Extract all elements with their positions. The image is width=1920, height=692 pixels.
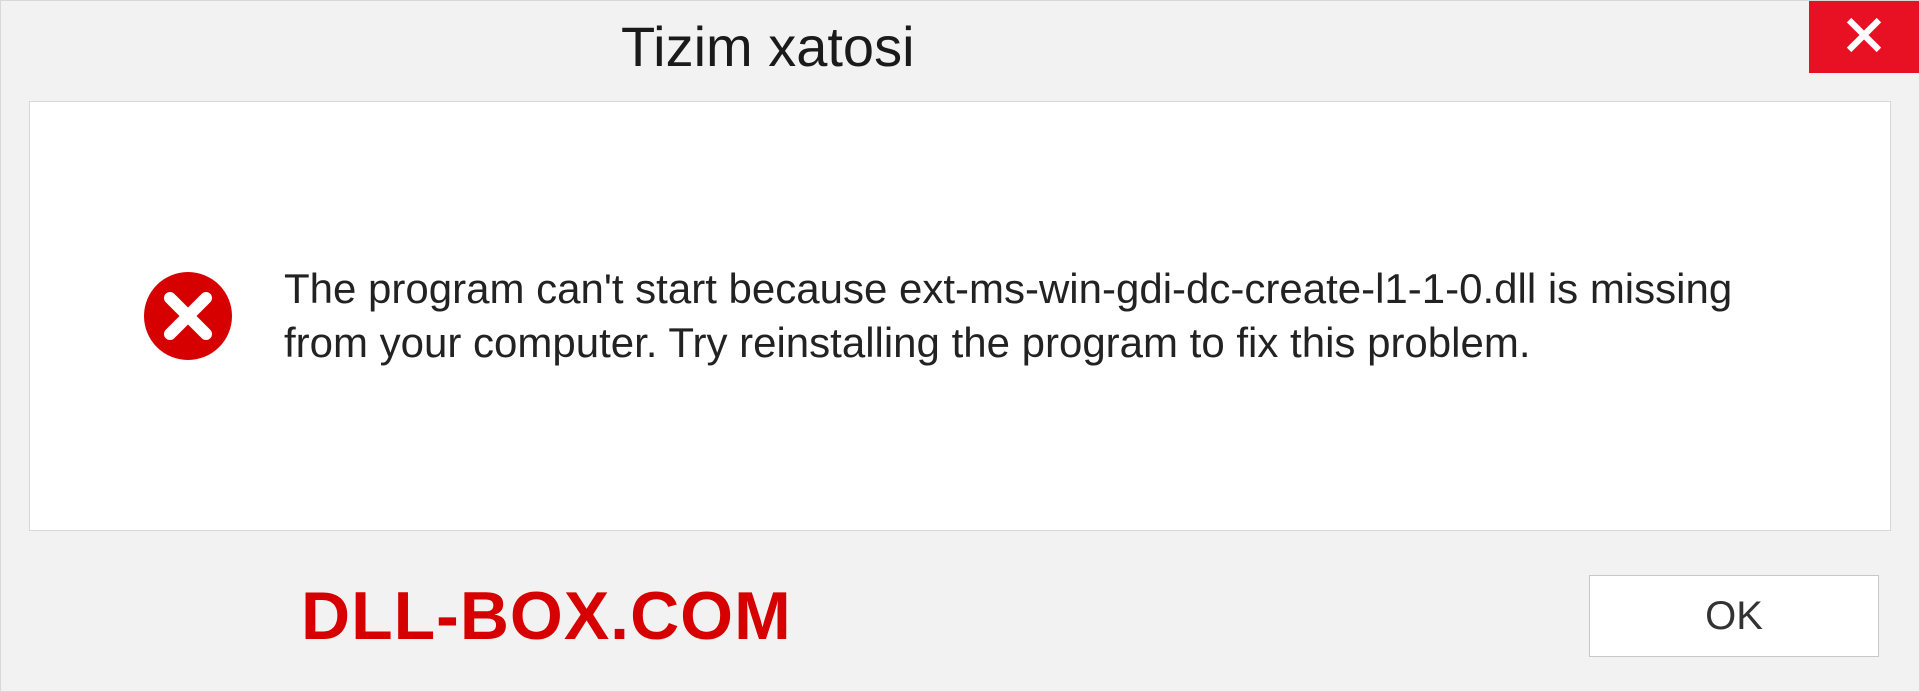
content-area: The program can't start because ext-ms-w… [29, 101, 1891, 531]
close-button[interactable] [1809, 1, 1919, 73]
watermark-text: DLL-BOX.COM [301, 577, 792, 655]
ok-button[interactable]: OK [1589, 575, 1879, 657]
error-message: The program can't start because ext-ms-w… [284, 262, 1820, 370]
error-icon [140, 268, 236, 364]
footer: DLL-BOX.COM OK [1, 541, 1919, 691]
titlebar: Tizim xatosi [1, 1, 1919, 91]
close-icon [1845, 16, 1883, 59]
dialog-title: Tizim xatosi [621, 14, 915, 79]
